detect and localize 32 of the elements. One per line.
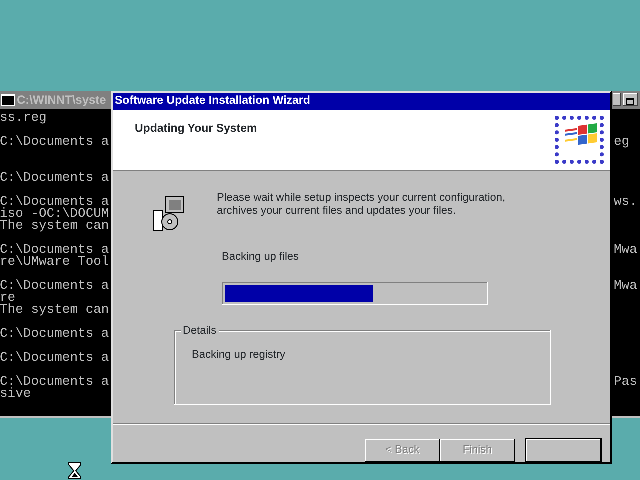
console-line: C:\Documents a [0, 278, 110, 293]
window-title: Software Update Installation Wizard [113, 93, 610, 110]
console-line: eg [614, 136, 630, 148]
console-line: C:\Documents a [0, 134, 110, 149]
console-line: ss.reg [0, 110, 47, 125]
maximize-button[interactable] [623, 93, 638, 106]
console-line: The system can [0, 218, 110, 233]
flag-logo-icon [555, 116, 604, 164]
details-text: Backing up registry [192, 348, 286, 363]
maximize-icon [624, 96, 637, 108]
console-line: re\UMware Tool [0, 254, 110, 269]
console-line: C:\Documents a [0, 374, 110, 389]
instruction-text: Please wait while setup inspects your current configuration, archives your current files and updates your files. [217, 192, 507, 218]
console-line: sive [0, 386, 32, 401]
window-title: C:\WINNT\syste [17, 92, 106, 109]
console-line: C:\Documents a [0, 242, 110, 257]
console-line: iso -OC:\DOCUM [0, 206, 110, 221]
minimize-button[interactable] [613, 93, 621, 106]
status-text: Backing up files [222, 250, 300, 265]
console-line: C:\Documents a [0, 170, 110, 185]
console-line: C:\Documents a [0, 194, 110, 209]
console-line: Mwa [614, 280, 638, 292]
console-line: C:\Documents a [0, 350, 110, 365]
console-line: Pas [614, 376, 638, 388]
hourglass-icon [68, 462, 82, 480]
console-line: ws. [614, 196, 638, 208]
console-icon [1, 94, 15, 106]
console-line: re [0, 290, 16, 305]
console-line: The system can [0, 302, 110, 317]
console-line: C:\Documents a [0, 326, 110, 341]
page-heading: Updating Your System [135, 122, 258, 137]
console-line: Mwa [614, 244, 638, 256]
